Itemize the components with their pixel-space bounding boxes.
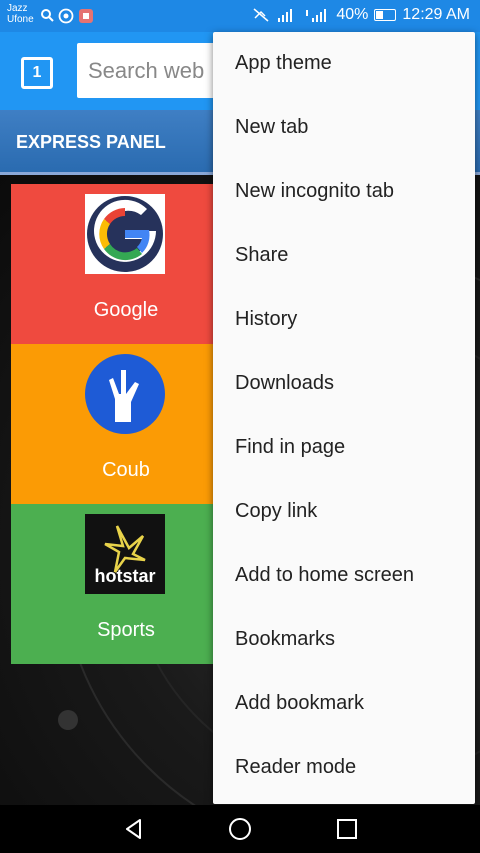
recents-icon[interactable]	[335, 817, 359, 841]
status-bar: Jazz Ufone 40% 12:29 AM	[0, 0, 480, 32]
menu-item-share[interactable]: Share	[213, 224, 475, 288]
panel-title: EXPRESS PANEL	[16, 132, 166, 152]
menu-item-label: Reader mode	[235, 756, 357, 778]
status-right: 40% 12:29 AM	[252, 6, 470, 24]
menu-item-history[interactable]: History	[213, 288, 475, 352]
google-logo-icon	[85, 194, 165, 274]
tile-google-label: Google	[93, 299, 159, 321]
menu-item-label: Copy link	[235, 500, 318, 522]
menu-item-label: Add bookmark	[235, 692, 364, 714]
menu-item-label: History	[235, 308, 298, 330]
menu-item-downloads[interactable]: Downloads	[213, 352, 475, 416]
app-notification-icon	[79, 9, 93, 23]
hotstar-text: hotstar	[94, 566, 156, 586]
menu-item-label: Bookmarks	[235, 628, 336, 650]
signal-2-icon	[306, 9, 327, 22]
tile-coub-label: Coub	[102, 459, 150, 481]
coub-logo-icon	[85, 354, 165, 434]
menu-item-add-bookmark[interactable]: Add bookmark	[213, 672, 475, 736]
back-icon[interactable]	[122, 817, 146, 841]
home-icon[interactable]	[228, 817, 252, 841]
tile-google[interactable]: Google	[11, 184, 221, 344]
tile-sports[interactable]: hotstar Sports	[11, 504, 221, 664]
signal-1-icon	[278, 9, 293, 22]
hotstar-logo-icon: hotstar	[85, 514, 165, 594]
menu-item-add-to-home-screen[interactable]: Add to home screen	[213, 544, 475, 608]
clock: 12:29 AM	[402, 6, 470, 23]
menu-item-app-theme[interactable]: App theme	[213, 32, 475, 96]
whatsapp-notification-icon	[58, 8, 74, 24]
menu-item-copy-link[interactable]: Copy link	[213, 480, 475, 544]
menu-item-label: Find in page	[235, 436, 346, 458]
menu-item-label: New tab	[235, 116, 309, 138]
menu-item-find-in-page[interactable]: Find in page	[213, 416, 475, 480]
search-placeholder: Search web	[88, 58, 205, 83]
menu-item-label: Add to home screen	[235, 564, 414, 586]
carrier-names: Jazz Ufone	[7, 3, 34, 25]
menu-item-label: Downloads	[235, 372, 334, 394]
battery-icon	[374, 9, 397, 21]
battery-percent: 40%	[336, 6, 369, 23]
menu-item-bookmarks[interactable]: Bookmarks	[213, 608, 475, 672]
menu-item-new-incognito-tab[interactable]: New incognito tab	[213, 160, 475, 224]
search-notification-icon	[41, 9, 54, 22]
carrier-1: Jazz	[7, 3, 28, 14]
menu-item-new-tab[interactable]: New tab	[213, 96, 475, 160]
tab-count-button[interactable]: 1	[21, 57, 53, 89]
tile-coub[interactable]: Coub	[11, 344, 221, 504]
overflow-menu: App theme New tab New incognito tab Shar…	[213, 32, 475, 804]
mute-icon	[253, 8, 269, 22]
menu-item-label: New incognito tab	[235, 180, 394, 202]
system-navigation-bar	[0, 805, 480, 853]
menu-item-reader-mode[interactable]: Reader mode	[213, 736, 475, 800]
carrier-2: Ufone	[7, 14, 34, 25]
menu-item-label: App theme	[235, 52, 332, 74]
tile-sports-label: Sports	[97, 619, 155, 641]
menu-item-label: Share	[235, 244, 289, 266]
